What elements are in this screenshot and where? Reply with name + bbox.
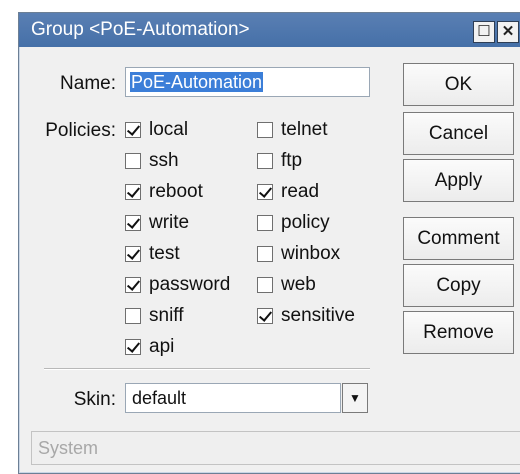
policy-label-winbox: winbox <box>281 243 341 264</box>
group-dialog: Group <PoE-Automation> ☐ ✕ Name: PoE-Aut… <box>18 12 520 474</box>
close-icon[interactable]: ✕ <box>497 21 519 43</box>
name-value: PoE-Automation <box>130 72 264 92</box>
policy-policy[interactable]: policy <box>257 210 330 236</box>
policy-read[interactable]: read <box>257 179 319 205</box>
checkbox-sniff[interactable] <box>125 308 141 324</box>
policy-local[interactable]: local <box>125 117 188 143</box>
policy-write[interactable]: write <box>125 210 189 236</box>
policy-telnet[interactable]: telnet <box>257 117 327 143</box>
skin-label: Skin: <box>73 389 116 410</box>
policy-sniff[interactable]: sniff <box>125 303 184 329</box>
policy-ssh[interactable]: ssh <box>125 148 179 174</box>
policy-label-ssh: ssh <box>149 150 179 171</box>
policy-label-read: read <box>281 181 320 202</box>
name-input[interactable]: PoE-Automation <box>125 67 370 97</box>
apply-button[interactable]: Apply <box>403 159 514 202</box>
policy-label-policy: policy <box>281 212 330 233</box>
policy-winbox[interactable]: winbox <box>257 241 340 267</box>
policy-label-ftp: ftp <box>281 150 303 171</box>
checkbox-write[interactable] <box>125 215 141 231</box>
checkbox-ftp[interactable] <box>257 153 273 169</box>
policy-test[interactable]: test <box>125 241 180 267</box>
window-title: Group <PoE-Automation> <box>31 19 250 40</box>
policy-web[interactable]: web <box>257 272 316 298</box>
policy-reboot[interactable]: reboot <box>125 179 203 205</box>
checkbox-policy[interactable] <box>257 215 273 231</box>
policies-label: Policies: <box>45 120 116 141</box>
maximize-icon[interactable]: ☐ <box>473 21 495 43</box>
checkbox-local[interactable] <box>125 122 141 138</box>
remove-button[interactable]: Remove <box>403 311 514 354</box>
policy-password[interactable]: password <box>125 272 230 298</box>
dropdown-arrow-icon[interactable]: ▼ <box>342 383 368 413</box>
copy-button[interactable]: Copy <box>403 264 514 307</box>
policy-sensitive[interactable]: sensitive <box>257 303 355 329</box>
checkbox-winbox[interactable] <box>257 246 273 262</box>
checkbox-password[interactable] <box>125 277 141 293</box>
policy-label-local: local <box>149 119 189 140</box>
policy-label-password: password <box>149 274 231 295</box>
checkbox-telnet[interactable] <box>257 122 273 138</box>
checkbox-web[interactable] <box>257 277 273 293</box>
checkbox-ssh[interactable] <box>125 153 141 169</box>
policy-api[interactable]: api <box>125 334 174 360</box>
form-divider <box>44 368 370 370</box>
status-bar: System <box>31 431 520 465</box>
title-bar[interactable]: Group <PoE-Automation> ☐ ✕ <box>19 13 520 47</box>
checkbox-api[interactable] <box>125 339 141 355</box>
checkbox-reboot[interactable] <box>125 184 141 200</box>
policy-label-sensitive: sensitive <box>281 305 355 326</box>
policy-label-web: web <box>281 274 316 295</box>
policy-label-telnet: telnet <box>281 119 328 140</box>
policy-label-write: write <box>149 212 190 233</box>
comment-button[interactable]: Comment <box>403 217 514 260</box>
ok-button[interactable]: OK <box>403 63 514 106</box>
checkbox-sensitive[interactable] <box>257 308 273 324</box>
checkbox-read[interactable] <box>257 184 273 200</box>
policy-label-reboot: reboot <box>149 181 203 202</box>
checkbox-test[interactable] <box>125 246 141 262</box>
policy-label-sniff: sniff <box>149 305 184 326</box>
name-label: Name: <box>60 73 116 94</box>
skin-select[interactable]: default <box>125 383 341 413</box>
cancel-button[interactable]: Cancel <box>403 112 514 155</box>
policy-label-test: test <box>149 243 180 264</box>
policy-label-api: api <box>149 336 175 357</box>
policy-ftp[interactable]: ftp <box>257 148 302 174</box>
